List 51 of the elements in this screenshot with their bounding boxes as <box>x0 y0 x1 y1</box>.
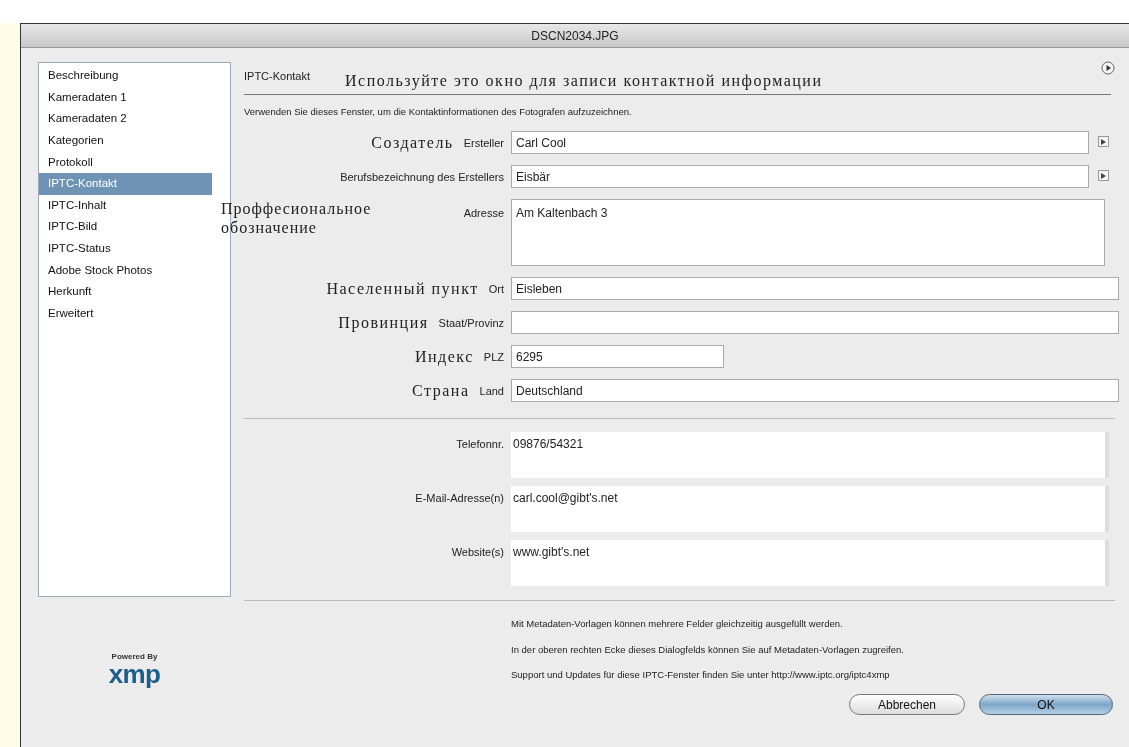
annotation-label: Проффесиональное обозначение <box>221 199 373 238</box>
annotation-heading: Используйте это окно для записи контактной информации <box>345 71 823 92</box>
category-item[interactable]: IPTC-Inhalt <box>39 194 212 217</box>
input-field[interactable] <box>511 311 1119 335</box>
annotation-label: Провинция <box>338 312 429 334</box>
field-label: Ersteller <box>463 135 504 151</box>
annotation-label: Населенный пункт <box>326 278 479 300</box>
category-item[interactable]: Kameradaten 1 <box>39 86 212 109</box>
field-label: Berufsbezeichnung des Erstellers <box>340 169 504 185</box>
input-field[interactable]: Eisbär <box>511 165 1089 189</box>
field-label: Ort <box>488 281 504 297</box>
category-item[interactable]: Beschreibung <box>39 65 212 87</box>
info-text: Mit Metadaten-Vorlagen können mehrere Felder gleichzeitig ausgefüllt werden. <box>511 617 844 632</box>
input-field[interactable]: 09876/54321 <box>511 432 1109 479</box>
cancel-button[interactable]: Abbrechen <box>849 694 965 715</box>
input-field[interactable]: Am Kaltenbach 3 <box>511 199 1105 267</box>
field-label: E-Mail-Adresse(n) <box>414 491 505 507</box>
input-field[interactable]: Deutschland <box>511 379 1119 403</box>
category-item[interactable]: Protokoll <box>39 151 212 173</box>
window-title: DSCN2034.JPG <box>531 27 619 45</box>
category-item[interactable]: Herkunft <box>39 280 212 303</box>
dropdown-arrow-icon[interactable] <box>1098 136 1109 148</box>
field-label: Staat/Provinz <box>438 315 504 331</box>
field-label: PLZ <box>483 349 504 365</box>
input-field[interactable]: carl.cool@gibt's.net <box>511 486 1109 533</box>
description-text: Verwenden Sie dieses Fenster, um die Kontaktinformationen des Fotografen aufzuzeichnen. <box>244 105 633 119</box>
input-field[interactable]: Carl Cool <box>511 131 1089 155</box>
category-item[interactable]: Kategorien <box>39 129 212 152</box>
menu-icon[interactable] <box>1101 61 1115 75</box>
annotation-label: Индекс <box>414 346 474 368</box>
field-label: Website(s) <box>450 545 505 561</box>
input-field[interactable]: www.gibt's.net <box>511 540 1109 587</box>
info-text: Support und Updates für diese IPTC-Fenster finden Sie unter http://www.iptc.org/iptc4xmp <box>511 667 891 682</box>
field-label: Adresse <box>463 206 504 222</box>
field-label: Telefonnr. <box>455 437 505 453</box>
input-field[interactable]: 6295 <box>511 345 724 369</box>
category-item[interactable]: IPTC-Status <box>39 237 212 260</box>
category-item[interactable]: Kameradaten 2 <box>39 108 212 130</box>
category-item[interactable]: Erweitert <box>39 302 212 325</box>
annotation-label: Страна <box>412 380 470 402</box>
dropdown-arrow-icon[interactable] <box>1098 170 1109 182</box>
ok-button[interactable]: OK <box>979 694 1113 715</box>
input-field[interactable]: Eisleben <box>511 277 1119 301</box>
annotation-label: Создатель <box>371 132 454 154</box>
panel-title: IPTC-Kontakt <box>244 68 311 84</box>
field-label: Land <box>479 383 504 399</box>
logo-wordmark: xmp <box>108 661 161 687</box>
info-text: In der oberen rechten Ecke dieses Dialogfelds können Sie auf Metadaten-Vorlagen zugreifen. <box>511 642 905 657</box>
category-item[interactable]: Adobe Stock Photos <box>39 259 212 281</box>
logo-caption: Powered By <box>111 653 158 661</box>
category-item[interactable]: IPTC-Bild <box>39 216 212 238</box>
